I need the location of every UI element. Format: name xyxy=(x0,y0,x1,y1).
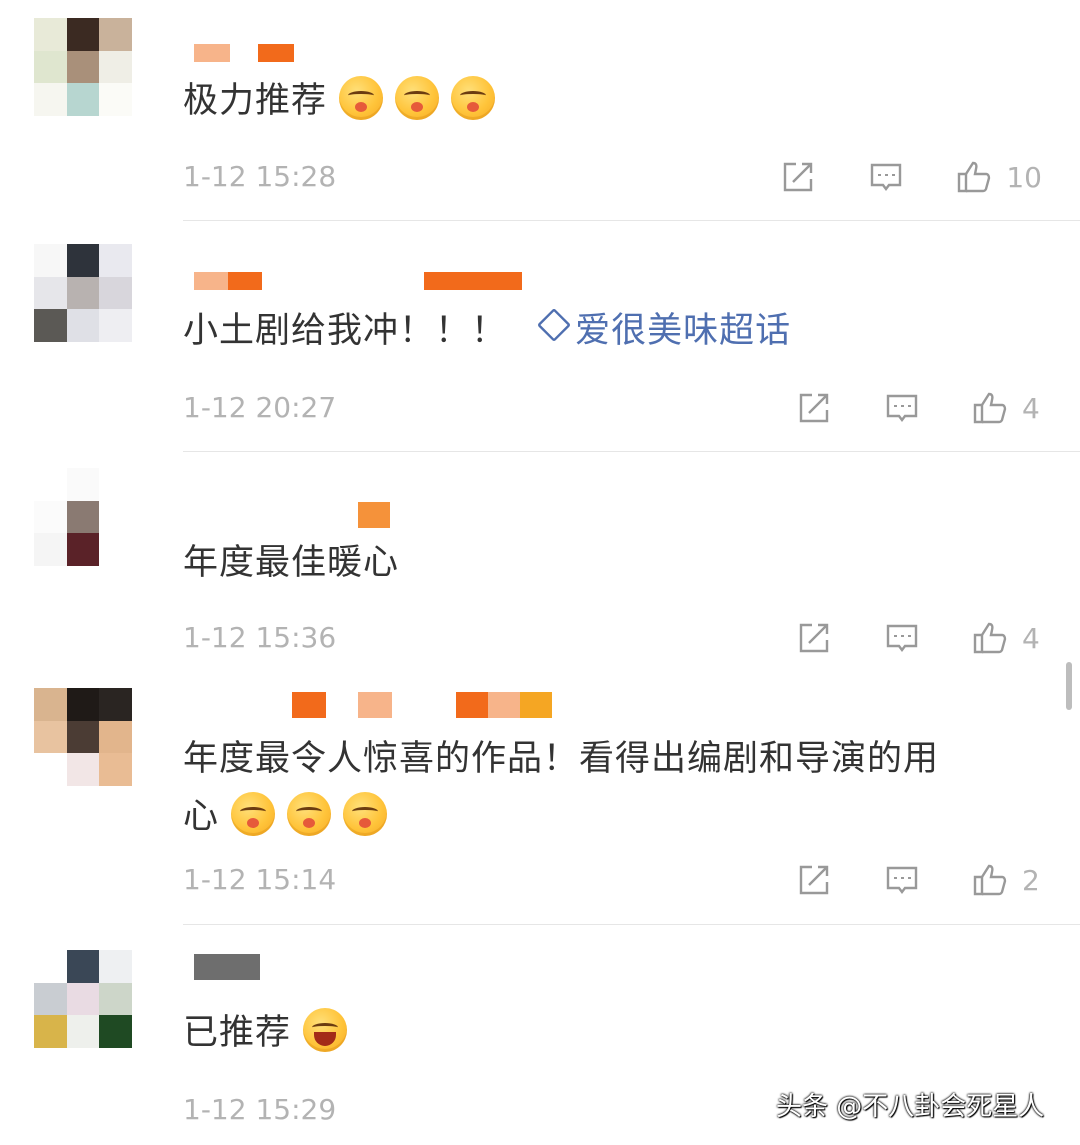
comment-timestamp: 1-12 15:14 xyxy=(183,863,337,896)
username-blurred[interactable] xyxy=(194,692,574,718)
avatar[interactable] xyxy=(34,244,132,342)
repost-button[interactable] xyxy=(796,620,832,656)
comment-text-content: 已推荐 xyxy=(183,1013,292,1053)
divider xyxy=(183,451,1080,452)
comment-timestamp: 1-12 15:29 xyxy=(183,1093,337,1126)
reply-button[interactable] xyxy=(868,159,904,195)
blush-face-emoji xyxy=(343,792,388,836)
comment-icon xyxy=(886,624,918,652)
comment-text-content: 年度最佳暖心 xyxy=(183,543,400,583)
username-blurred[interactable] xyxy=(194,44,314,66)
avatar[interactable] xyxy=(34,468,132,566)
comment-actions: 10 xyxy=(728,155,1042,199)
like-button[interactable]: 10 xyxy=(956,159,1042,195)
comment-timestamp: 1-12 15:28 xyxy=(183,160,337,193)
comment-text: 年度最令人惊喜的作品！看得出编剧和导演的用 xyxy=(183,730,939,788)
divider xyxy=(183,924,1080,925)
comment-text-content: 小土剧给我冲！！！ xyxy=(183,311,508,351)
thumbs-up-icon xyxy=(958,161,991,193)
like-count: 4 xyxy=(1022,391,1040,425)
comment-text: 极力推荐 xyxy=(183,72,496,130)
repost-button[interactable] xyxy=(780,159,816,195)
username-blurred[interactable] xyxy=(194,272,534,294)
thumbs-up-icon xyxy=(973,864,1007,896)
comment-text-content: 年度最令人惊喜的作品！看得出编剧和导演的用 xyxy=(183,739,940,779)
diamond-icon xyxy=(537,308,572,342)
topic-link[interactable]: 爱很美味超话 xyxy=(537,308,792,351)
like-count: 10 xyxy=(1006,160,1042,194)
topic-label: 爱很美味超话 xyxy=(575,311,792,351)
avatar[interactable] xyxy=(34,18,132,116)
reply-button[interactable] xyxy=(884,862,920,898)
like-button[interactable]: 4 xyxy=(972,620,1042,656)
repost-icon xyxy=(799,393,829,423)
comment-text-continued: 心 xyxy=(183,788,388,846)
like-button[interactable]: 2 xyxy=(972,862,1042,898)
repost-button[interactable] xyxy=(796,390,832,426)
comment-actions: 2 xyxy=(744,858,1042,902)
comment-text: 已推荐 xyxy=(183,1004,348,1062)
laughing-face-emoji xyxy=(303,1008,348,1052)
like-count: 4 xyxy=(1022,621,1040,655)
like-count: 2 xyxy=(1022,863,1040,897)
comment-actions: 4 xyxy=(744,386,1042,430)
comment-icon xyxy=(871,163,902,191)
comment-text: 年度最佳暖心 xyxy=(183,534,399,592)
divider xyxy=(183,220,1080,221)
comment-timestamp: 1-12 15:36 xyxy=(183,621,337,654)
comment-timestamp: 1-12 20:27 xyxy=(183,391,337,424)
thumbs-up-icon xyxy=(973,392,1007,424)
like-button[interactable]: 4 xyxy=(972,390,1042,426)
comment-icon xyxy=(886,866,918,894)
comment-actions: 4 xyxy=(744,616,1042,660)
blush-face-emoji xyxy=(451,76,496,120)
username-blurred[interactable] xyxy=(194,954,264,980)
blush-face-emoji xyxy=(339,76,384,120)
reply-button[interactable] xyxy=(884,390,920,426)
avatar[interactable] xyxy=(34,950,132,1048)
thumbs-up-icon xyxy=(973,622,1007,654)
blush-face-emoji xyxy=(287,792,332,836)
reply-button[interactable] xyxy=(884,620,920,656)
watermark: 头条 @不八卦会死星人 xyxy=(776,1092,1045,1122)
repost-icon xyxy=(799,623,829,653)
repost-icon xyxy=(784,162,813,192)
scrollbar[interactable] xyxy=(1066,662,1072,710)
comment-text-content: 极力推荐 xyxy=(183,81,328,121)
blush-face-emoji xyxy=(395,76,440,120)
comment-text: 小土剧给我冲！！！ 爱很美味超话 xyxy=(183,302,791,360)
comment-icon xyxy=(886,394,918,422)
repost-button[interactable] xyxy=(796,862,832,898)
repost-icon xyxy=(799,865,829,895)
username-blurred[interactable] xyxy=(194,502,404,528)
blush-face-emoji xyxy=(231,792,276,836)
avatar[interactable] xyxy=(34,688,132,786)
comment-text-content: 心 xyxy=(183,797,220,837)
